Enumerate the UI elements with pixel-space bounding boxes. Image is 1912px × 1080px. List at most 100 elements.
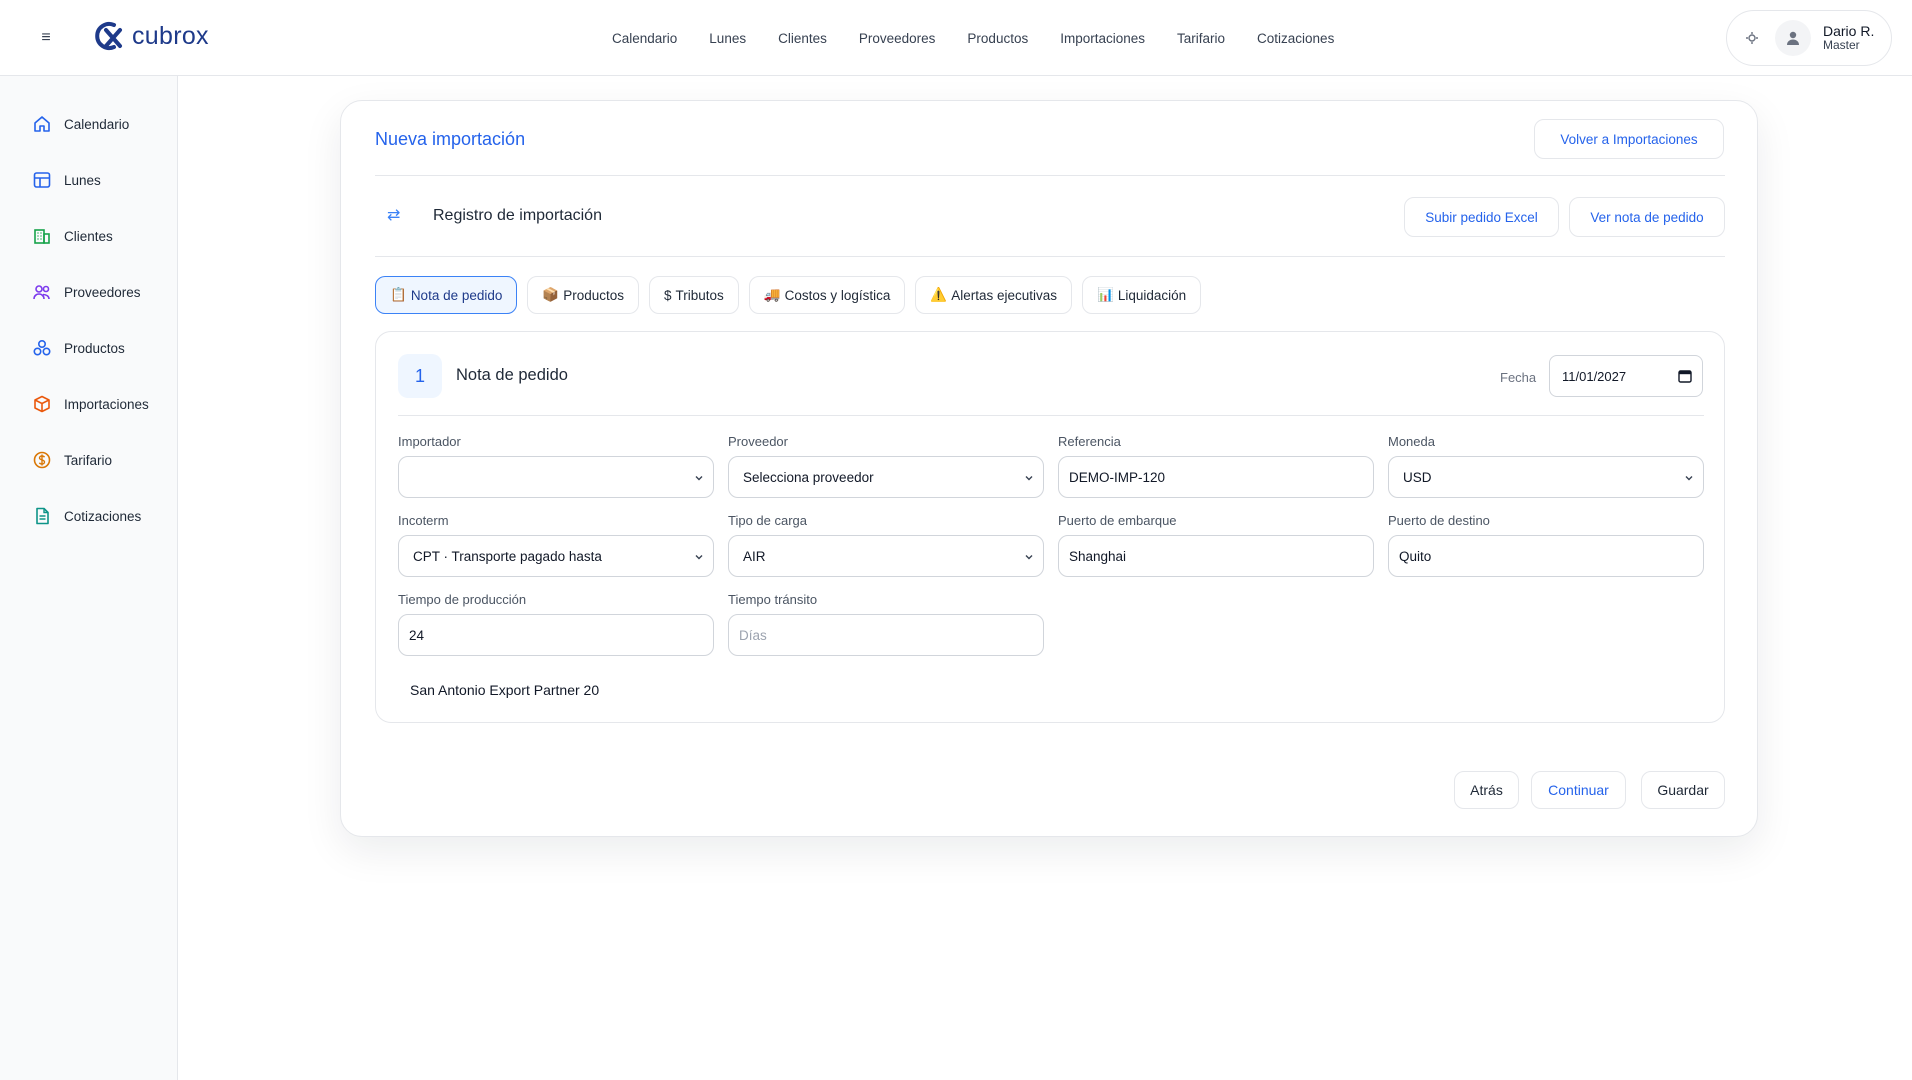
date-input[interactable]: 11/01/2027	[1549, 355, 1703, 397]
sidebar-item-calendario[interactable]: Calendario	[32, 112, 129, 136]
top-bar: ≡ cubrox Calendario Lunes Clientes Prove…	[0, 0, 1912, 76]
menu-icon[interactable]: ≡	[36, 27, 56, 49]
sidebar-item-tarifario[interactable]: Tarifario	[32, 448, 112, 472]
divider	[398, 415, 1704, 416]
dollar-sign-icon: $	[664, 287, 672, 303]
moneda-select[interactable]: USD	[1388, 456, 1704, 498]
proveedor-select[interactable]: Selecciona proveedor	[728, 456, 1044, 498]
topnav-proveedores[interactable]: Proveedores	[859, 31, 936, 46]
sidebar-item-label: Importaciones	[64, 396, 149, 412]
tab-label: Costos y logística	[784, 287, 891, 303]
tab-costos-logistica[interactable]: 🚚 Costos y logística	[748, 276, 906, 314]
sidebar-item-clientes[interactable]: Clientes	[32, 224, 113, 248]
puerto-embarque-label: Puerto de embarque	[1058, 513, 1177, 528]
incoterm-label: Incoterm	[398, 513, 449, 528]
sidebar-item-label: Productos	[64, 340, 125, 356]
building-icon	[32, 226, 52, 246]
importador-select[interactable]	[398, 456, 714, 498]
divider	[375, 175, 1725, 176]
tab-label: Nota de pedido	[410, 287, 503, 303]
tipo-carga-select[interactable]: AIR	[728, 535, 1044, 577]
user-name: Dario R.	[1823, 23, 1875, 40]
user-menu[interactable]: Dario R. Master	[1726, 10, 1892, 66]
tipo-carga-value: AIR	[743, 548, 766, 564]
settings-icon[interactable]	[1743, 29, 1761, 47]
tiempo-produccion-input[interactable]: 24	[398, 614, 714, 656]
topnav-tarifario[interactable]: Tarifario	[1177, 31, 1225, 46]
topnav-clientes[interactable]: Clientes	[778, 31, 827, 46]
tab-label: Tributos	[675, 287, 724, 303]
section-title: Registro de importación	[433, 207, 602, 224]
sidebar-item-label: Cotizaciones	[64, 508, 142, 524]
topnav-productos[interactable]: Productos	[967, 31, 1028, 46]
puerto-embarque-input[interactable]: Shanghai	[1058, 535, 1374, 577]
clipboard-icon: 📋	[390, 287, 407, 302]
sidebar-item-proveedores[interactable]: Proveedores	[32, 280, 141, 304]
tab-label: Liquidación	[1117, 287, 1187, 303]
logo[interactable]: cubrox	[90, 20, 209, 52]
divider	[375, 256, 1725, 257]
tab-liquidacion[interactable]: 📊 Liquidación	[1082, 276, 1202, 314]
referencia-input[interactable]: DEMO-IMP-120	[1058, 456, 1374, 498]
topnav-importaciones[interactable]: Importaciones	[1060, 31, 1145, 46]
calendar-icon[interactable]	[1678, 369, 1692, 383]
tipo-carga-label: Tipo de carga	[728, 513, 808, 528]
step-title: Nota de pedido	[456, 366, 568, 384]
proveedor-label: Proveedor	[728, 434, 788, 449]
chevron-down-icon	[695, 555, 703, 560]
sidebar-item-importaciones[interactable]: Importaciones	[32, 392, 149, 416]
sidebar-item-lunes[interactable]: Lunes	[32, 168, 101, 192]
upload-excel-button[interactable]: Subir pedido Excel	[1404, 197, 1559, 237]
sidebar: Calendario Lunes Clientes Proveedores Pr…	[0, 76, 178, 1080]
save-button[interactable]: Guardar	[1641, 771, 1725, 809]
package-icon: 📦	[542, 287, 560, 302]
supplier-note: San Antonio Export Partner 20	[410, 682, 600, 698]
chevron-down-icon	[695, 476, 703, 481]
home-icon	[32, 114, 52, 134]
tiempo-produccion-value: 24	[409, 627, 425, 643]
tab-label: Alertas ejecutivas	[951, 287, 1058, 303]
back-to-imports-button[interactable]: Volver a Importaciones	[1534, 119, 1724, 159]
referencia-label: Referencia	[1058, 434, 1121, 449]
sidebar-item-cotizaciones[interactable]: Cotizaciones	[32, 504, 141, 528]
puerto-destino-input[interactable]: Quito	[1388, 535, 1704, 577]
tiempo-transito-placeholder: Días	[739, 627, 767, 643]
tab-productos[interactable]: 📦 Productos	[527, 276, 639, 314]
warning-icon: ⚠️	[930, 287, 948, 302]
date-value: 11/01/2027	[1562, 368, 1627, 384]
tab-alertas-ejecutivas[interactable]: ⚠️ Alertas ejecutivas	[915, 276, 1073, 314]
tab-label: Productos	[563, 287, 624, 303]
tiempo-transito-input[interactable]: Días	[728, 614, 1044, 656]
truck-icon: 🚚	[763, 287, 781, 302]
user-icon	[1787, 31, 1799, 45]
sidebar-item-productos[interactable]: Productos	[32, 336, 125, 360]
back-button[interactable]: Atrás	[1454, 771, 1519, 809]
sidebar-item-label: Lunes	[64, 172, 101, 188]
cubrox-logo-icon	[95, 22, 122, 50]
document-icon	[32, 506, 52, 526]
user-role: Master	[1823, 38, 1860, 53]
table-icon	[32, 170, 52, 190]
tab-tributos[interactable]: $ Tributos	[649, 276, 739, 314]
page-title: Nueva importación	[375, 129, 526, 149]
import-card: Nueva importación Volver a Importaciones…	[340, 100, 1758, 837]
chevron-down-icon	[1025, 555, 1033, 560]
topnav-calendario[interactable]: Calendario	[612, 31, 677, 46]
incoterm-select[interactable]: CPT · Transporte pagado hasta	[398, 535, 714, 577]
top-navigation: Calendario Lunes Clientes Proveedores Pr…	[612, 0, 1366, 76]
view-order-note-button[interactable]: Ver nota de pedido	[1569, 197, 1725, 237]
supplier-icon	[32, 282, 52, 302]
puerto-embarque-value: Shanghai	[1069, 548, 1127, 564]
tiempo-produccion-label: Tiempo de producción	[398, 592, 527, 607]
chevron-down-icon	[1025, 476, 1033, 481]
topnav-cotizaciones[interactable]: Cotizaciones	[1257, 31, 1334, 46]
moneda-value: USD	[1403, 469, 1432, 485]
tab-nota-de-pedido[interactable]: 📋 Nota de pedido	[375, 276, 518, 314]
topnav-lunes[interactable]: Lunes	[709, 31, 746, 46]
avatar[interactable]	[1775, 20, 1811, 56]
sidebar-item-label: Calendario	[64, 116, 130, 132]
brand-name: cubrox	[132, 21, 209, 50]
swap-icon: ⇄	[387, 207, 401, 224]
continue-button[interactable]: Continuar	[1531, 771, 1626, 809]
user-info: Dario R. Master	[1823, 23, 1874, 53]
